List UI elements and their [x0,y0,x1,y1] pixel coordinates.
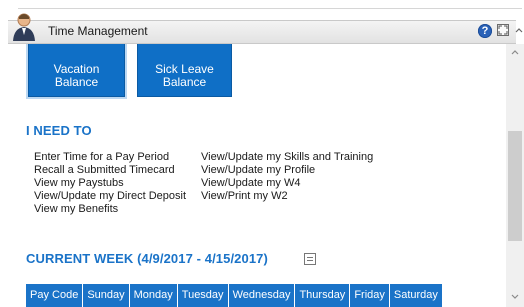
action-link[interactable]: View/Update my Direct Deposit [34,190,186,203]
i-need-to-heading: I NEED TO [26,123,92,138]
person-icon [13,13,35,41]
column-header-saturday[interactable]: Saturday [390,284,442,307]
tile-line: Balance [162,75,207,89]
current-week-heading: CURRENT WEEK (4/9/2017 - 4/15/2017) [26,251,268,266]
column-header-thursday[interactable]: Thursday [295,284,351,307]
action-link[interactable]: View/Print my W2 [201,190,373,203]
calendar-icon[interactable] [304,253,316,265]
timecard-header-row: Pay Code Sunday Monday Tuesday Wednesday… [26,284,442,307]
vertical-scrollbar[interactable] [506,44,524,307]
action-link[interactable]: View/Update my Skills and Training [201,151,373,164]
dashboard-content: Vacation Balance Sick Leave Balance I NE… [8,44,505,307]
action-link[interactable]: Recall a Submitted Timecard [34,164,186,177]
action-link[interactable]: View my Benefits [34,203,186,216]
top-divider [18,8,522,9]
column-header-pay-code[interactable]: Pay Code [26,284,84,307]
scrollbar-thumb[interactable] [508,131,522,241]
scroll-down-arrow-icon[interactable] [509,291,521,303]
window-title: Time Management [48,24,148,38]
column-header-wednesday[interactable]: Wednesday [229,284,296,307]
sick-leave-balance-tile[interactable]: Sick Leave Balance [137,44,232,97]
time-management-window: Time Management ? Vacation Balance Sick … [8,0,524,307]
chevron-up-icon[interactable] [514,25,524,37]
title-bar: Time Management ? [8,13,523,44]
column-header-monday[interactable]: Monday [130,284,178,307]
column-header-tuesday[interactable]: Tuesday [178,284,229,307]
scroll-up-arrow-icon[interactable] [509,46,521,58]
actions-column-2: View/Update my Skills and Training View/… [201,151,373,203]
expand-icon[interactable] [497,24,509,36]
column-header-sunday[interactable]: Sunday [83,284,130,307]
help-icon[interactable]: ? [478,24,492,38]
action-link[interactable]: View/Update my Profile [201,164,373,177]
actions-column-1: Enter Time for a Pay Period Recall a Sub… [34,151,186,216]
vacation-balance-tile[interactable]: Vacation Balance [28,44,125,97]
action-link[interactable]: Enter Time for a Pay Period [34,151,186,164]
action-link[interactable]: View my Paystubs [34,177,186,190]
column-header-friday[interactable]: Friday [350,284,390,307]
action-link[interactable]: View/Update my W4 [201,177,373,190]
tile-line: Balance [54,75,99,89]
